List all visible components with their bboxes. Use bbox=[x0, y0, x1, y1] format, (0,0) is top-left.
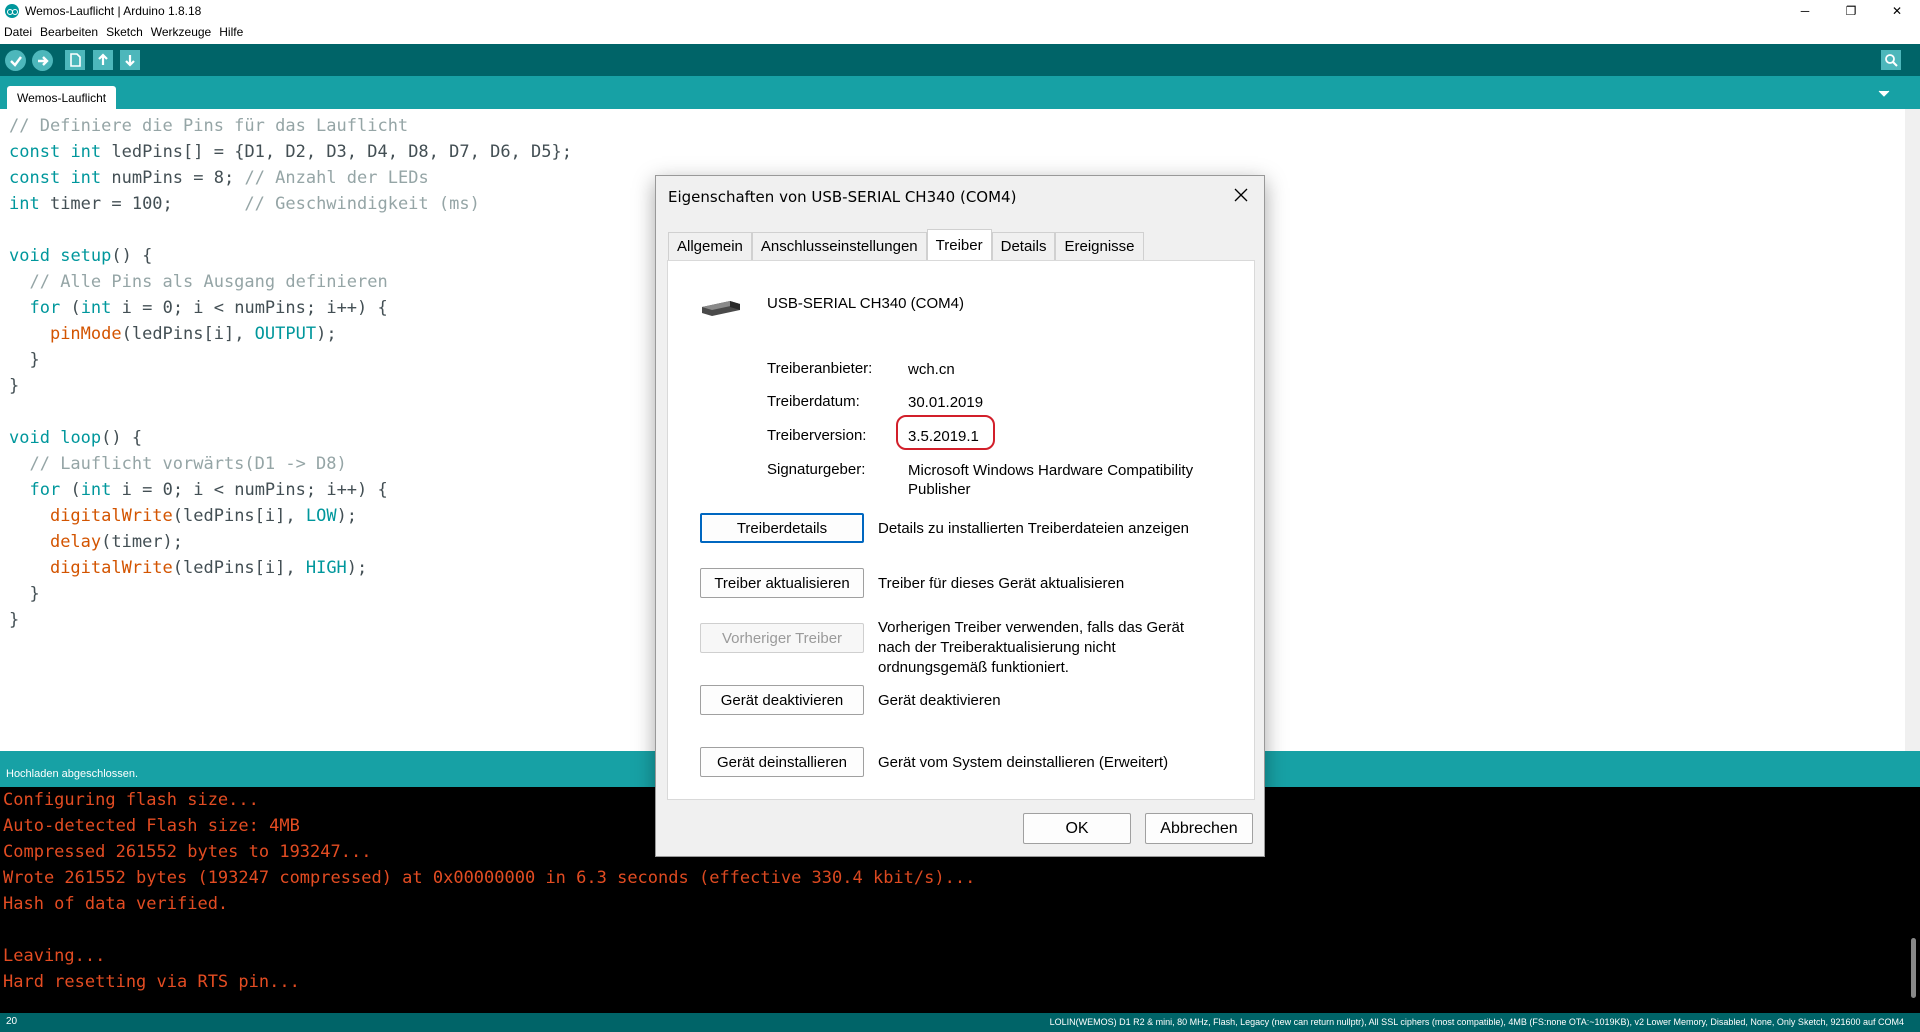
console-line: Wrote 261552 bytes (193247 compressed) a… bbox=[3, 868, 976, 888]
treiberdetails-desc: Details zu installierten Treiberdateien … bbox=[878, 520, 1190, 537]
verify-button[interactable] bbox=[5, 50, 26, 71]
menu-sketch[interactable]: Sketch bbox=[102, 25, 147, 39]
value-treiberdatum: 30.01.2019 bbox=[908, 394, 984, 411]
console-line: Leaving... bbox=[3, 946, 106, 966]
editor-scrollbar[interactable] bbox=[1905, 109, 1920, 751]
console-line: Configuring flash size... bbox=[3, 790, 259, 810]
geraet-deinstallieren-button[interactable]: Gerät deinstallieren bbox=[700, 747, 864, 777]
close-icon bbox=[1234, 188, 1248, 202]
value-treiberanbieter: wch.cn bbox=[908, 361, 955, 378]
arduino-logo-icon bbox=[5, 3, 19, 18]
chevron-down-icon bbox=[1878, 90, 1890, 97]
geraet-deaktivieren-desc: Gerät deaktivieren bbox=[878, 692, 1001, 709]
new-icon bbox=[70, 53, 81, 67]
label-treiberdatum: Treiberdatum: bbox=[767, 393, 860, 410]
treiberdetails-button[interactable]: Treiberdetails bbox=[700, 513, 864, 543]
device-name: USB-SERIAL CH340 (COM4) bbox=[767, 295, 964, 312]
minimize-button[interactable]: ─ bbox=[1782, 0, 1828, 21]
console-line: Auto-detected Flash size: 4MB bbox=[3, 816, 300, 836]
window-controls: ─ ❐ ✕ bbox=[1782, 0, 1920, 21]
verify-icon bbox=[9, 55, 22, 67]
label-treiberanbieter: Treiberanbieter: bbox=[767, 360, 873, 377]
save-sketch-button[interactable] bbox=[120, 50, 140, 70]
toolbar bbox=[0, 44, 1920, 76]
tab-allgemein[interactable]: Allgemein bbox=[668, 232, 752, 260]
open-icon bbox=[98, 53, 108, 65]
label-signaturgeber: Signaturgeber: bbox=[767, 461, 866, 478]
tab-treiber[interactable]: Treiber bbox=[926, 229, 992, 260]
console-line: Hash of data verified. bbox=[3, 894, 229, 914]
status-message: Hochladen abgeschlossen. bbox=[6, 768, 139, 780]
treiber-aktualisieren-desc: Treiber für dieses Gerät aktualisieren bbox=[878, 575, 1125, 592]
geraet-deinstallieren-desc: Gerät vom System deinstallieren (Erweite… bbox=[878, 754, 1169, 771]
upload-icon bbox=[37, 55, 49, 66]
close-button[interactable]: ✕ bbox=[1874, 0, 1920, 21]
open-sketch-button[interactable] bbox=[93, 50, 113, 70]
tab-strip: Wemos-Lauflicht bbox=[0, 76, 1920, 109]
tab-wemos-lauflicht[interactable]: Wemos-Lauflicht bbox=[7, 86, 117, 109]
window-title: Wemos-Lauflicht | Arduino 1.8.18 bbox=[25, 3, 202, 18]
code-text[interactable]: // Definiere die Pins für das Lauflicht … bbox=[9, 113, 572, 633]
ok-button[interactable]: OK bbox=[1023, 813, 1131, 844]
dialog-tabs: Allgemein Anschlusseinstellungen Treiber… bbox=[668, 229, 1144, 260]
driver-panel: USB-SERIAL CH340 (COM4) Treiberanbieter:… bbox=[667, 260, 1255, 800]
menu-bearbeiten[interactable]: Bearbeiten bbox=[36, 25, 102, 39]
code-line: // Definiere die Pins für das Lauflicht bbox=[9, 116, 409, 136]
menu-hilfe[interactable]: Hilfe bbox=[215, 25, 247, 39]
menu-datei[interactable]: Datei bbox=[0, 25, 36, 39]
value-signaturgeber: Microsoft Windows Hardware Compatibility… bbox=[908, 462, 1194, 498]
version-highlight-circle bbox=[896, 415, 995, 450]
vorheriger-treiber-desc: Vorherigen Treiber verwenden, falls das … bbox=[878, 619, 1184, 676]
dialog-title: Eigenschaften von USB-SERIAL CH340 (COM4… bbox=[668, 188, 1017, 206]
geraet-deaktivieren-button[interactable]: Gerät deaktivieren bbox=[700, 685, 864, 715]
vorheriger-treiber-button[interactable]: Vorheriger Treiber bbox=[700, 623, 864, 653]
serial-monitor-button[interactable] bbox=[1881, 50, 1901, 70]
new-sketch-button[interactable] bbox=[65, 50, 85, 70]
tab-ereignisse[interactable]: Ereignisse bbox=[1055, 232, 1144, 260]
footer-bar: 20 LOLIN(WEMOS) D1 R2 & mini, 80 MHz, Fl… bbox=[0, 1013, 1920, 1032]
properties-dialog: Eigenschaften von USB-SERIAL CH340 (COM4… bbox=[655, 175, 1265, 857]
title-bar: Wemos-Lauflicht | Arduino 1.8.18 ─ ❐ ✕ bbox=[0, 0, 1920, 21]
console-line: Compressed 261552 bytes to 193247... bbox=[3, 842, 372, 862]
label-treiberversion: Treiberversion: bbox=[767, 427, 867, 444]
menu-bar: Datei Bearbeiten Sketch Werkzeuge Hilfe bbox=[0, 22, 247, 42]
maximize-button[interactable]: ❐ bbox=[1828, 0, 1874, 21]
cancel-button[interactable]: Abbrechen bbox=[1145, 813, 1253, 844]
tab-anschlusseinstellungen[interactable]: Anschlusseinstellungen bbox=[751, 232, 927, 260]
dialog-close-button[interactable] bbox=[1230, 184, 1252, 206]
tab-details[interactable]: Details bbox=[991, 232, 1056, 260]
line-number: 20 bbox=[6, 1016, 18, 1027]
menu-werkzeuge[interactable]: Werkzeuge bbox=[147, 25, 215, 39]
upload-button[interactable] bbox=[32, 50, 53, 71]
serial-monitor-icon bbox=[1885, 54, 1898, 67]
usb-device-icon bbox=[700, 297, 742, 322]
console-line: Hard resetting via RTS pin... bbox=[3, 972, 300, 992]
treiber-aktualisieren-button[interactable]: Treiber aktualisieren bbox=[700, 568, 864, 598]
tab-menu-button[interactable] bbox=[1876, 86, 1892, 102]
board-info: LOLIN(WEMOS) D1 R2 & mini, 80 MHz, Flash… bbox=[1049, 1017, 1904, 1027]
console-scroll-thumb[interactable] bbox=[1911, 938, 1916, 998]
save-icon bbox=[125, 55, 135, 67]
